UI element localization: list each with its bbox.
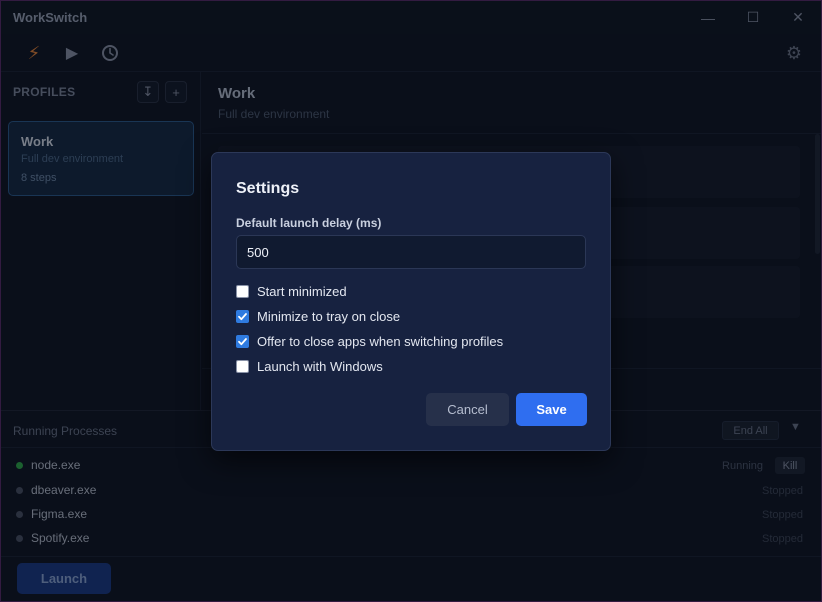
dialog-title: Settings [236,180,300,197]
option-label: Offer to close apps when switching profi… [257,333,504,349]
checkmark-icon [238,337,247,345]
save-button[interactable]: Save [516,393,587,426]
checkbox-checked[interactable] [236,334,249,348]
settings-dialog: Settings Default launch delay (ms) Start… [211,152,611,451]
checkbox-unchecked[interactable] [236,359,249,373]
option-label: Start minimized [257,283,347,299]
option-launch-with-windows[interactable]: Launch with Windows [236,357,383,375]
cancel-button[interactable]: Cancel [426,393,509,426]
option-label: Minimize to tray on close [257,308,401,324]
option-minimize-to-tray[interactable]: Minimize to tray on close [236,307,400,325]
option-offer-close-apps[interactable]: Offer to close apps when switching profi… [236,332,503,350]
launch-delay-label: Default launch delay (ms) [236,216,382,230]
launch-delay-input[interactable] [236,235,586,269]
checkbox-unchecked[interactable] [236,284,249,298]
checkbox-checked[interactable] [236,309,249,323]
option-start-minimized[interactable]: Start minimized [236,282,347,300]
checkmark-icon [238,312,247,320]
option-label: Launch with Windows [257,358,383,374]
